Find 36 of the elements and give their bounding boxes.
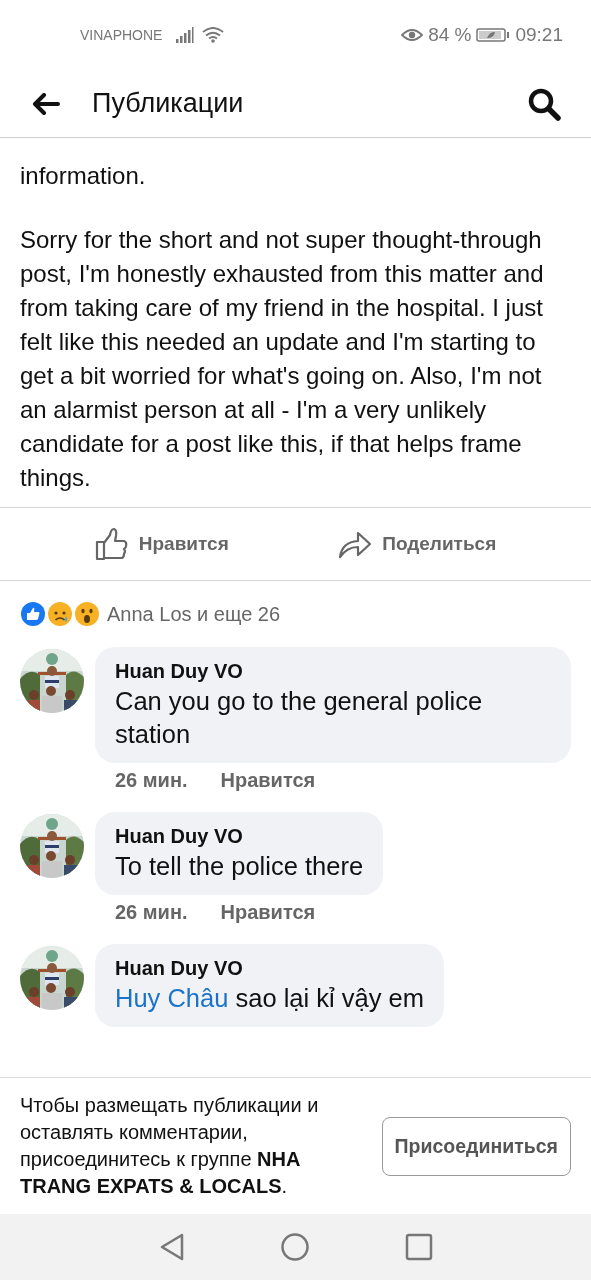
comment-author[interactable]: Huan Duy VO	[115, 658, 551, 685]
thumbs-up-icon	[94, 527, 129, 561]
battery-percent: 84 %	[428, 24, 472, 46]
wifi-icon	[202, 27, 225, 43]
mention-link[interactable]: Huy Châu	[115, 984, 229, 1012]
action-button[interactable]: Поделиться	[334, 508, 501, 580]
page-title: Публикации	[92, 88, 245, 119]
carrier-name: VINAPHONE	[80, 27, 163, 43]
join-message: Чтобы размещать публикации и оставлять комментарии, присоединитесь к группе NHA TRANG EXPATS & LOCALS.	[20, 1093, 320, 1199]
signal-icon	[175, 27, 196, 43]
back-arrow-icon[interactable]	[32, 92, 60, 115]
clock: 09:21	[515, 24, 563, 46]
back-triangle-icon[interactable]	[158, 1232, 185, 1262]
like-link[interactable]: Нравится	[220, 901, 316, 924]
search-icon[interactable]	[527, 86, 561, 121]
battery-icon	[476, 27, 511, 43]
comment-text: To tell the police there	[115, 851, 364, 882]
surprised-face-icon	[74, 601, 100, 627]
post-text: Sorry for the short and not super thought-through post, I'm honestly exhausted from this matter and from taking care of my friend in the hospital. I just felt like this needed an update and I'm starting to get a bit worried for what's going on. Also, I'm not an alarmist person at all - I'm a very unlikely candidate for a post like this, if that helps frame things.	[20, 225, 545, 493]
action-button[interactable]: Нравится	[90, 508, 233, 580]
comment-author[interactable]: Huan Duy VO	[115, 955, 424, 982]
sad-face-icon	[47, 601, 73, 627]
post-text: information.	[20, 161, 147, 191]
comment-author[interactable]: Huan Duy VO	[115, 823, 364, 850]
like-reaction-icon	[20, 601, 46, 627]
recents-square-icon[interactable]	[404, 1233, 433, 1261]
reaction-summary[interactable]: Anna Los и еще 26	[107, 602, 281, 626]
comment-text: Huy Châu sao lại kỉ vậy em	[115, 983, 424, 1014]
like-link[interactable]: Нравится	[220, 769, 316, 792]
home-circle-icon[interactable]	[279, 1232, 310, 1262]
eye-icon	[401, 28, 424, 42]
comment-time: 26 мин.	[115, 901, 188, 924]
share-arrow-icon	[338, 529, 373, 559]
comment-time: 26 мин.	[115, 769, 188, 792]
comment-text: Can you go to the general police station	[115, 686, 484, 750]
join-button[interactable]: Присоединиться	[381, 1116, 571, 1176]
